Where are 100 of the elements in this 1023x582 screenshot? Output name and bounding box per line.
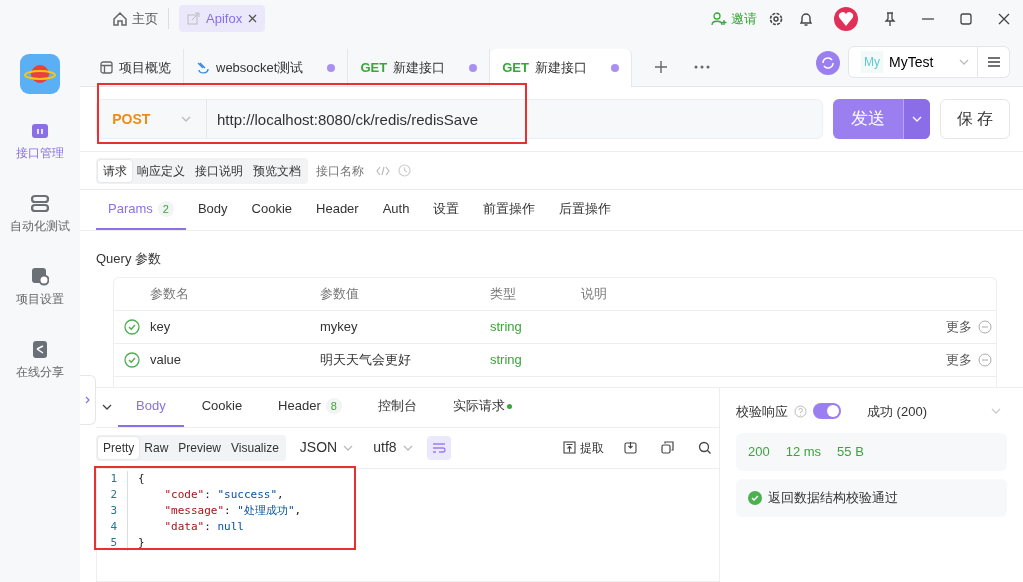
column-header: 类型 [490, 284, 517, 303]
copy-icon[interactable] [661, 441, 674, 454]
pin-icon[interactable] [882, 10, 898, 27]
app-logo [20, 54, 60, 94]
wrap-button[interactable] [426, 435, 451, 460]
wrap-icon [431, 441, 446, 454]
response-size: 55 B [837, 443, 864, 462]
home-icon [112, 10, 128, 27]
validation-message: 返回数据结构校验通过 [768, 489, 898, 508]
extract-button[interactable]: 提取 [559, 438, 608, 457]
sidebar-item[interactable]: 项目设置 [16, 267, 64, 308]
chevron-down-icon [343, 444, 354, 451]
encoding-select[interactable]: utf8 [367, 437, 419, 458]
editor-tab[interactable]: GET 新建接口 [490, 49, 632, 87]
check-circle-icon[interactable] [124, 318, 140, 335]
help-icon [794, 404, 807, 418]
gear-document-icon [31, 267, 49, 286]
format-tab[interactable]: Raw [139, 436, 174, 459]
more-icon[interactable] [693, 65, 710, 69]
environment-select[interactable]: My MyTest [848, 46, 978, 78]
code-line: "code": "success", [127, 486, 284, 503]
line-number: 4 [109, 518, 118, 535]
validate-label: 校验响应 [736, 402, 788, 421]
maximize-icon[interactable] [958, 10, 974, 27]
expand-handle[interactable] [80, 374, 96, 425]
chevron-down-icon [991, 408, 1001, 415]
view-tab[interactable]: 请求 [98, 159, 132, 182]
sidebar-item[interactable]: 接口管理 [16, 121, 64, 162]
result-select[interactable]: 成功 (200) [861, 401, 1007, 421]
param-tab[interactable]: 前置操作 [471, 190, 548, 230]
layout-icon [100, 61, 113, 74]
view-tab[interactable]: 预览文档 [248, 159, 306, 182]
sync-icon[interactable] [816, 51, 840, 75]
bell-icon[interactable] [798, 10, 814, 27]
param-tab[interactable]: Params 2 [96, 190, 186, 230]
line-number: 5 [109, 534, 118, 551]
response-tab[interactable]: Cookie [183, 387, 261, 427]
chevron-right-icon [85, 395, 90, 404]
menu-icon [986, 56, 1001, 68]
share-document-icon [31, 340, 49, 359]
table-cell-text: value [150, 350, 183, 369]
section-title: Query 参数 [95, 250, 162, 268]
socket-icon [196, 60, 210, 75]
editor-tab[interactable]: 项目概览 [88, 49, 184, 86]
search-icon[interactable] [698, 441, 711, 454]
view-tab[interactable]: 接口说明 [190, 159, 248, 182]
param-tab[interactable]: Cookie [239, 190, 305, 230]
chevron-down-icon [180, 116, 191, 122]
status-code: 200 [748, 443, 770, 462]
language-select[interactable]: JSON [293, 437, 360, 458]
close-icon[interactable] [248, 14, 258, 23]
chevron-down-icon [959, 59, 969, 65]
format-tab[interactable]: Visualize [226, 436, 284, 459]
response-tab[interactable]: Body [118, 387, 184, 427]
table-cell-text: 明天天气会更好 [320, 350, 412, 369]
view-tab[interactable]: 响应定义 [132, 159, 190, 182]
chevron-down-icon [402, 444, 413, 451]
table-cell-text: key [150, 317, 172, 336]
line-number: 1 [109, 470, 118, 487]
param-tab[interactable]: Auth [370, 190, 422, 230]
check-circle-icon[interactable] [124, 351, 140, 368]
add-icon[interactable] [653, 60, 668, 74]
response-tab[interactable]: 实际请求 [434, 387, 530, 427]
settings-icon[interactable] [768, 10, 784, 27]
stack-icon [31, 194, 49, 213]
validate-toggle[interactable] [813, 403, 841, 420]
more-link[interactable]: 更多 [946, 316, 972, 337]
name-field[interactable]: 接口名称 [316, 161, 368, 180]
response-time: 12 ms [785, 443, 822, 462]
avatar[interactable] [833, 5, 859, 32]
editor-tab[interactable]: websocket测试 [184, 49, 349, 86]
table-cell-text: string [490, 350, 523, 369]
param-tab[interactable]: Header [304, 190, 371, 230]
column-header: 参数名 [150, 284, 190, 303]
param-tab[interactable]: 后置操作 [547, 190, 624, 230]
count-badge: 8 [325, 397, 342, 415]
table-cell-text: mykey [320, 317, 359, 336]
menu-button[interactable] [978, 46, 1010, 78]
format-tab[interactable]: Preview [173, 436, 227, 459]
save-button[interactable]: 保 存 [940, 99, 1010, 139]
home-tab[interactable]: 主页 [106, 7, 169, 30]
sidebar-item[interactable]: 在线分享 [16, 340, 64, 381]
response-tab[interactable]: 控制台 [359, 387, 435, 427]
line-number: 2 [109, 486, 118, 503]
api-icon [31, 121, 49, 140]
upload-box-icon [563, 441, 576, 454]
sidebar-item[interactable]: 自动化测试 [10, 194, 70, 235]
count-badge: 2 [157, 200, 174, 218]
add-user-icon [711, 11, 727, 26]
line-number: 3 [109, 502, 118, 519]
url-field[interactable]: POST http://localhost:8080/ck/redis/redisSave [96, 99, 823, 139]
environment-name: MyTest [889, 52, 935, 72]
download-icon[interactable] [624, 441, 637, 454]
code-line: { [127, 470, 145, 487]
param-tab[interactable]: Body [185, 190, 240, 230]
format-tab[interactable]: Pretty [98, 436, 140, 459]
param-tab[interactable]: 设置 [421, 190, 472, 230]
column-header: 参数值 [320, 284, 360, 303]
more-link[interactable]: 更多 [946, 349, 972, 370]
response-tab[interactable]: Header 8 [260, 387, 360, 427]
